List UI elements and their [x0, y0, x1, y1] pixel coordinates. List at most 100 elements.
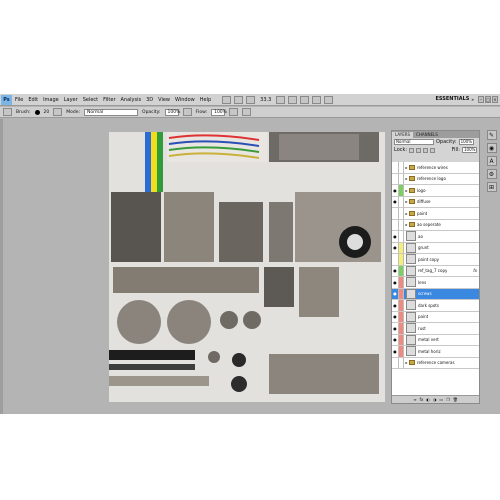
layer-row[interactable]: ● ao [392, 231, 479, 243]
layer-row[interactable]: ● grunt [392, 242, 479, 254]
layer-style-icon[interactable]: fx [420, 397, 424, 402]
menu-analysis[interactable]: Analysis [121, 97, 142, 103]
brush-presets-icon[interactable]: ✎ [486, 130, 497, 140]
tools-panel-edge[interactable] [0, 119, 3, 414]
layer-group-row[interactable]: ▸ reference cameras [392, 357, 479, 369]
visibility-eye-icon[interactable]: ● [392, 334, 399, 345]
menu-3d[interactable]: 3D [146, 97, 153, 103]
layer-opacity-field[interactable]: 100% [458, 139, 474, 145]
visibility-eye-icon[interactable]: ● [392, 242, 399, 253]
rotate-view-icon[interactable] [300, 95, 310, 104]
visibility-eye-icon[interactable] [392, 357, 399, 368]
layer-name: paint [417, 210, 428, 216]
layer-row[interactable]: ● metal vert [392, 334, 479, 346]
layer-fill-field[interactable]: 100% [462, 147, 477, 153]
visibility-eye-icon[interactable] [392, 254, 399, 265]
visibility-eye-icon[interactable]: ● [392, 265, 399, 276]
visibility-eye-icon[interactable]: ● [392, 277, 399, 288]
brush-tool-icon[interactable] [3, 108, 12, 116]
brush-panel-icon[interactable] [53, 108, 63, 116]
layer-row[interactable]: paint copy [392, 254, 479, 266]
visibility-eye-icon[interactable] [392, 219, 399, 230]
menu-help[interactable]: Help [200, 97, 211, 103]
menu-image[interactable]: Image [43, 97, 59, 103]
lock-all-icon[interactable] [430, 147, 436, 153]
lock-pixels-icon[interactable] [416, 147, 422, 153]
close-button[interactable]: × [492, 96, 498, 103]
visibility-eye-icon[interactable]: ● [392, 300, 399, 311]
opacity-field[interactable]: 100% [164, 108, 180, 116]
mini-bridge-icon[interactable] [234, 95, 244, 104]
screen-mode-icon[interactable] [324, 95, 334, 104]
layer-row[interactable]: ● metal horiz [392, 346, 479, 358]
layer-group-row[interactable]: ▸ paint [392, 208, 479, 220]
layer-group-row[interactable]: ● ▸ logo [392, 185, 479, 197]
color-icon[interactable]: ◉ [486, 143, 497, 153]
visibility-eye-icon[interactable] [392, 162, 399, 173]
visibility-eye-icon[interactable] [392, 208, 399, 219]
layer-color-label [399, 231, 404, 242]
layer-group-row[interactable]: ▸ reference logo [392, 173, 479, 185]
visibility-eye-icon[interactable]: ● [392, 231, 399, 242]
layer-group-row[interactable]: ▸ ao seperate [392, 219, 479, 231]
lock-transparent-icon[interactable] [409, 147, 415, 153]
delete-layer-icon[interactable]: 🗑 [453, 397, 458, 402]
layer-row[interactable]: ● rust [392, 323, 479, 335]
visibility-eye-icon[interactable]: ● [392, 323, 399, 334]
arrange-documents-icon[interactable] [312, 95, 322, 104]
blend-mode-select[interactable]: Normal [394, 139, 434, 145]
mode-select[interactable]: Normal [84, 108, 139, 116]
maximize-button[interactable]: □ [485, 96, 491, 103]
layer-row[interactable]: ● lens [392, 277, 479, 289]
layer-name: reference cameras [417, 360, 455, 366]
new-group-icon[interactable]: ▭ [439, 397, 443, 402]
menu-select[interactable]: Select [83, 97, 98, 103]
brush-preview[interactable] [34, 109, 40, 115]
tab-channels[interactable]: CHANNELS [413, 132, 441, 138]
layer-group-row[interactable]: ● ▸ diffuse [392, 196, 479, 208]
menu-window[interactable]: Window [175, 97, 195, 103]
menu-edit[interactable]: Edit [28, 97, 38, 103]
layer-group-row[interactable]: ▸ reference wires [392, 162, 479, 174]
workspace-switcher[interactable]: ESSENTIALS » [435, 96, 474, 102]
link-layers-icon[interactable]: ∞ [413, 397, 416, 402]
layer-mask-icon[interactable]: ◐ [426, 397, 430, 402]
visibility-eye-icon[interactable]: ● [392, 346, 399, 357]
view-extras-icon[interactable] [246, 95, 256, 104]
visibility-eye-icon[interactable]: ● [392, 311, 399, 322]
adjustments-icon[interactable]: ⚙ [486, 169, 497, 179]
adjustment-layer-icon[interactable]: ◑ [433, 397, 437, 402]
tab-layers[interactable]: LAYERS [392, 132, 414, 138]
new-layer-icon[interactable]: ❐ [446, 397, 450, 402]
minimize-button[interactable]: – [478, 96, 484, 103]
layer-row[interactable]: ● ref_tag_7 copy fx [392, 265, 479, 277]
bridge-icon[interactable] [222, 95, 232, 104]
styles-icon[interactable]: ⊞ [486, 182, 497, 192]
layer-row[interactable]: ● paint [392, 311, 479, 323]
layer-thumbnail [406, 334, 416, 345]
menu-layer[interactable]: Layer [64, 97, 78, 103]
zoom-level[interactable]: 33.3 [260, 97, 271, 103]
menu-view[interactable]: View [158, 97, 170, 103]
visibility-eye-icon[interactable]: ● [392, 185, 399, 196]
hand-tool-icon[interactable] [276, 95, 286, 104]
layer-row[interactable]: ● dark spots [392, 300, 479, 312]
pressure-size-icon[interactable] [242, 108, 252, 116]
layer-thumbnail [406, 346, 416, 357]
lock-position-icon[interactable] [423, 147, 429, 153]
airbrush-icon[interactable] [229, 108, 239, 116]
flow-field[interactable]: 100% [211, 108, 227, 116]
menu-filter[interactable]: Filter [103, 97, 115, 103]
character-icon[interactable]: A [486, 156, 497, 166]
visibility-eye-icon[interactable]: ● [392, 196, 399, 207]
layer-name: metal horiz [418, 348, 441, 354]
layer-thumbnail [406, 254, 416, 265]
zoom-tool-icon[interactable] [288, 95, 298, 104]
menu-file[interactable]: File [15, 97, 23, 103]
visibility-eye-icon[interactable]: ● [392, 288, 399, 299]
document-canvas[interactable] [109, 132, 385, 402]
layer-row[interactable]: ● screws [392, 288, 479, 300]
visibility-eye-icon[interactable] [392, 173, 399, 184]
layer-effects-icon[interactable]: fx [473, 268, 477, 273]
pressure-opacity-icon[interactable] [182, 108, 192, 116]
